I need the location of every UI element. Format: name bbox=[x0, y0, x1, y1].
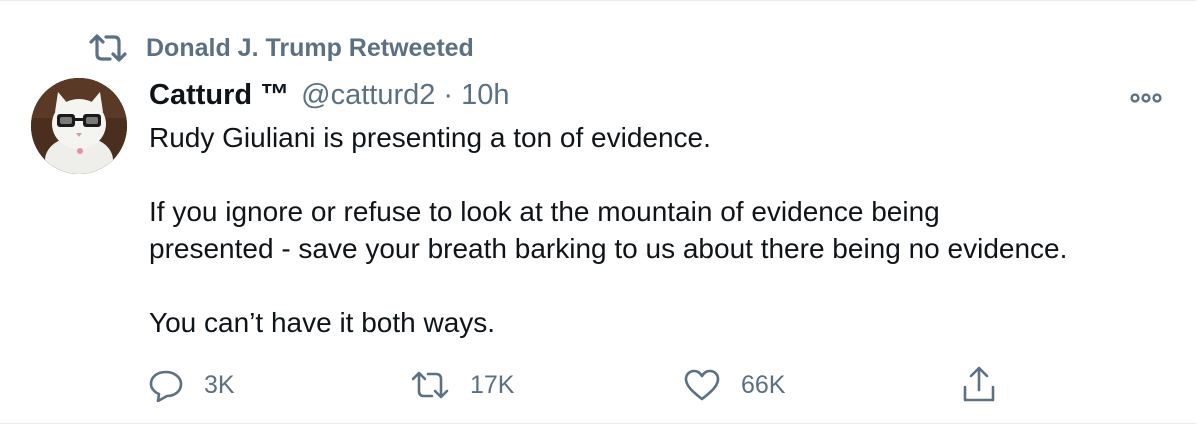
retweet-button[interactable]: 17K bbox=[410, 365, 514, 405]
tweet-text-line: presented - save your breath barking to … bbox=[149, 233, 1068, 264]
retweet-icon bbox=[411, 371, 449, 399]
tweet-text: Rudy Giuliani is presenting a ton of evi… bbox=[149, 119, 1179, 341]
retweet-count: 17K bbox=[470, 370, 515, 399]
heart-icon bbox=[684, 369, 720, 401]
timestamp[interactable]: 10h bbox=[461, 79, 509, 112]
like-button[interactable]: 66K bbox=[683, 365, 785, 405]
retweet-context: Donald J. Trump Retweeted bbox=[88, 31, 474, 65]
user-handle[interactable]: @catturd2 bbox=[301, 79, 435, 112]
tweet-text-line: You can’t have it both ways. bbox=[149, 307, 496, 338]
more-icon bbox=[1130, 93, 1162, 103]
tweet-actions: 3K 17K 66K bbox=[0, 365, 1198, 405]
avatar[interactable] bbox=[31, 78, 127, 174]
avatar-cat-image bbox=[31, 78, 127, 174]
tweet-text-line: If you ignore or refuse to look at the m… bbox=[149, 196, 940, 227]
tweet-card[interactable]: Donald J. Trump Retweeted Catturd ™ @cat… bbox=[0, 0, 1196, 424]
reply-icon bbox=[149, 370, 183, 402]
display-name[interactable]: Catturd ™ bbox=[149, 79, 289, 112]
share-button[interactable] bbox=[960, 365, 998, 405]
tweet-header: Catturd ™ @catturd2 · 10h bbox=[149, 79, 509, 117]
tweet-text-line: Rudy Giuliani is presenting a ton of evi… bbox=[149, 122, 711, 153]
more-button[interactable] bbox=[1128, 87, 1164, 107]
retweet-icon bbox=[89, 34, 127, 62]
separator-dot: · bbox=[443, 79, 454, 111]
retweet-context-label[interactable]: Donald J. Trump Retweeted bbox=[146, 34, 474, 63]
reply-button[interactable]: 3K bbox=[148, 365, 235, 405]
reply-count: 3K bbox=[204, 370, 235, 399]
like-count: 66K bbox=[741, 370, 786, 399]
share-icon bbox=[963, 366, 995, 402]
